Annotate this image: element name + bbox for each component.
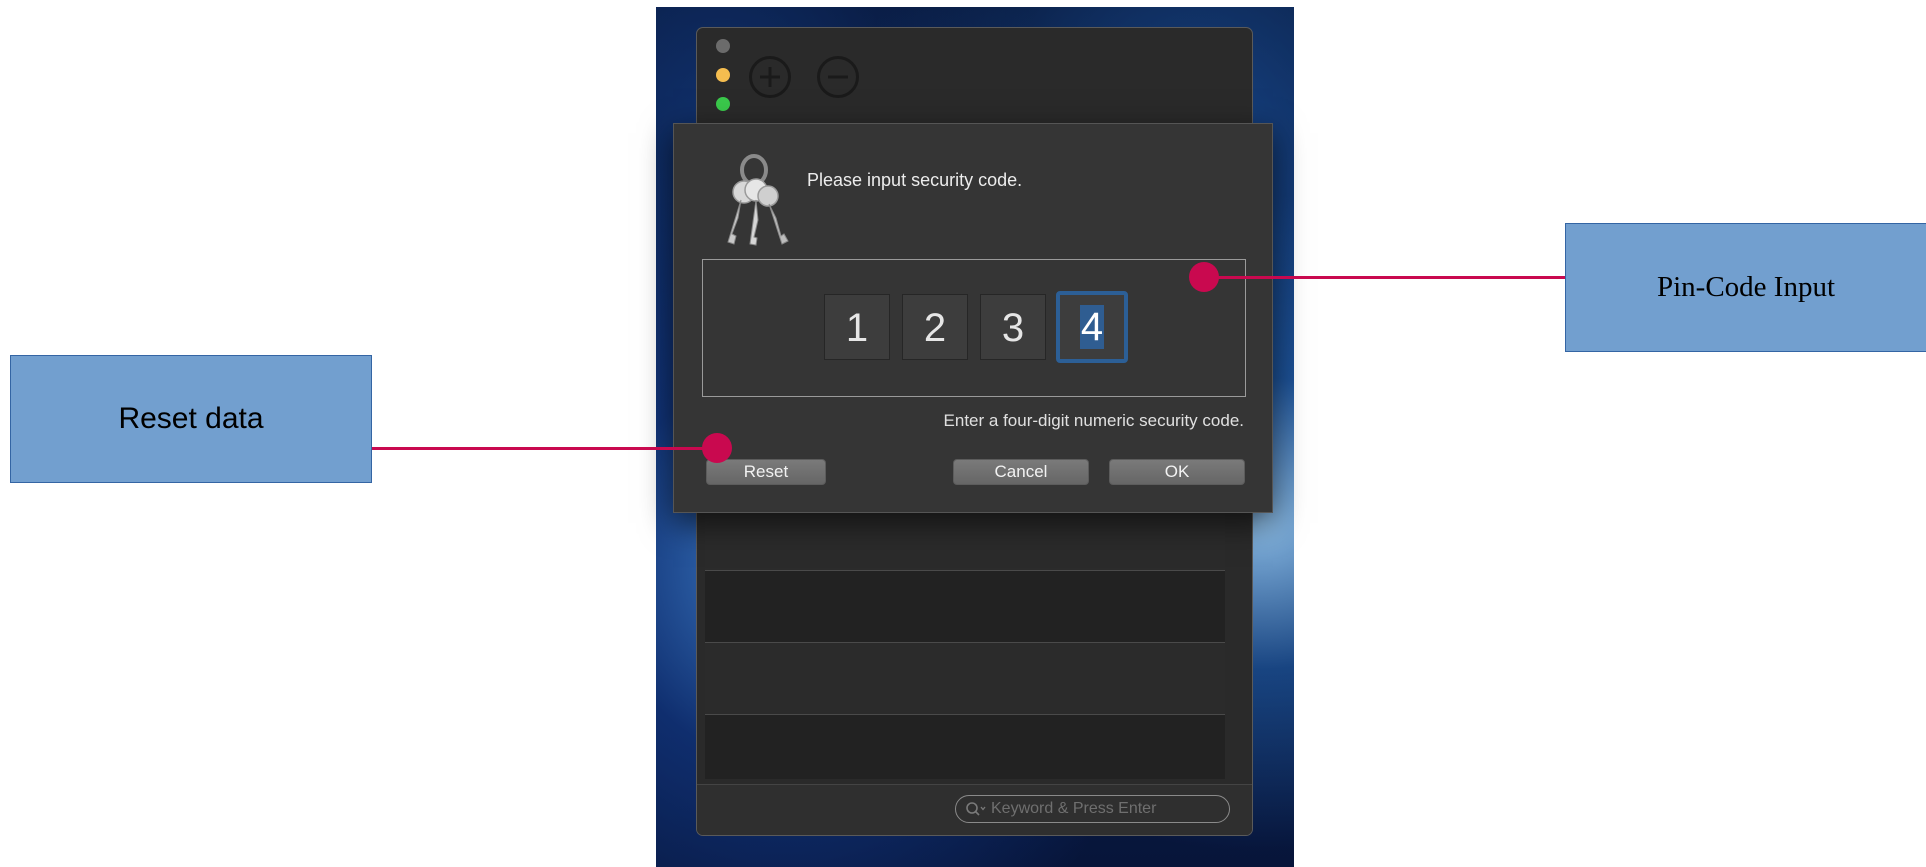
pin-callout-connector: [1204, 276, 1565, 279]
entry-list: [705, 498, 1225, 779]
search-input[interactable]: Keyword & Press Enter: [955, 795, 1230, 823]
add-button[interactable]: [749, 56, 791, 98]
pin-code-callout: Pin-Code Input: [1565, 223, 1926, 352]
minimize-window-button[interactable]: [716, 68, 730, 82]
reset-data-callout: Reset data: [10, 355, 372, 483]
pin-digit-2[interactable]: 2: [902, 294, 968, 360]
pin-digit-4-selected-text: 4: [1079, 305, 1105, 349]
reset-button[interactable]: Reset: [706, 459, 826, 485]
minus-circle-icon: [828, 75, 848, 79]
reset-callout-connector: [372, 447, 718, 450]
search-icon: [965, 801, 987, 817]
pin-hint: Enter a four-digit numeric security code…: [943, 411, 1244, 430]
reset-callout-marker: [702, 433, 732, 463]
security-code-dialog: Please input security code. 1 2 3 4 Ente…: [673, 123, 1273, 513]
pin-digit-1[interactable]: 1: [824, 294, 890, 360]
list-item[interactable]: [705, 714, 1225, 779]
pin-digit-3[interactable]: 3: [980, 294, 1046, 360]
pin-code-input-group: 1 2 3 4: [702, 259, 1246, 397]
pin-digit-4[interactable]: 4: [1056, 291, 1128, 363]
plus-circle-icon: [760, 67, 780, 87]
list-item[interactable]: [705, 570, 1225, 644]
ok-button[interactable]: OK: [1109, 459, 1245, 485]
remove-button[interactable]: [817, 56, 859, 98]
close-window-button[interactable]: [716, 39, 730, 53]
cancel-button[interactable]: Cancel: [953, 459, 1089, 485]
zoom-window-button[interactable]: [716, 97, 730, 111]
bottom-bar: Keyword & Press Enter: [697, 784, 1252, 835]
list-item[interactable]: [705, 642, 1225, 716]
dialog-title: Please input security code.: [807, 170, 1023, 190]
pin-callout-marker: [1189, 262, 1219, 292]
keys-icon: [716, 152, 796, 250]
search-placeholder: Keyword & Press Enter: [991, 800, 1157, 817]
